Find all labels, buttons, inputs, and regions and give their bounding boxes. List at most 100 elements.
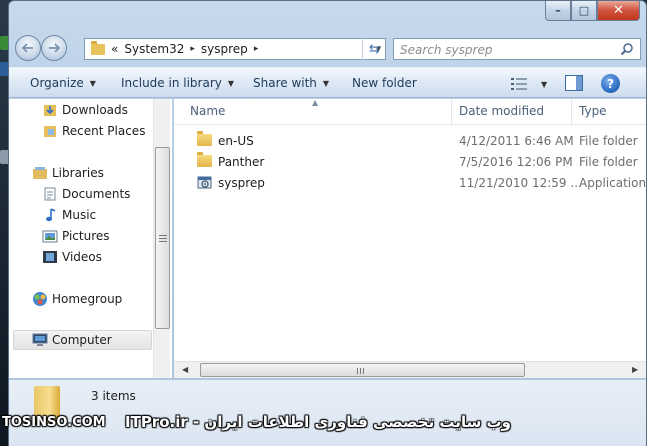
forward-button[interactable] <box>41 35 67 61</box>
help-button[interactable]: ? <box>601 74 620 93</box>
column-divider[interactable] <box>571 99 572 125</box>
help-icon: ? <box>607 76 614 91</box>
chevron-down-icon: ▼ <box>541 79 548 89</box>
organize-label: Organize <box>30 76 84 90</box>
file-type: File folder <box>579 134 638 148</box>
folder-icon <box>91 40 105 55</box>
folder-icon <box>197 152 212 167</box>
sidebar-item-videos[interactable]: Videos <box>42 247 102 267</box>
breadcrumb-system32[interactable]: System32 <box>124 42 184 56</box>
sidebar-item-computer[interactable]: Computer <box>13 330 152 350</box>
back-button[interactable] <box>15 35 41 61</box>
horizontal-scrollbar[interactable]: ◀ ▶ <box>174 361 646 378</box>
sidebar-item-documents[interactable]: Documents <box>42 184 130 204</box>
libraries-icon <box>32 165 48 181</box>
file-row-sysprep[interactable]: sysprep 11/21/2010 12:59 ... Application <box>174 173 646 193</box>
new-folder-button[interactable]: New folder <box>352 76 417 90</box>
application-icon <box>197 176 212 189</box>
refresh-button[interactable]: ⇆ <box>362 38 386 60</box>
watermark-tagline: وب سایت تخصصی فناوری اطلاعات ایران - ITP… <box>125 413 511 431</box>
sidebar-item-recent-places[interactable]: Recent Places <box>42 121 145 141</box>
back-arrow-icon <box>22 43 33 53</box>
sidebar-item-libraries[interactable]: Libraries <box>32 163 104 183</box>
magnifier-icon[interactable] <box>620 42 634 56</box>
sidebar-item-label: Downloads <box>62 103 128 117</box>
breadcrumb-overflow[interactable]: « <box>111 42 118 56</box>
sidebar-item-downloads[interactable]: Downloads <box>42 100 128 120</box>
sidebar-item-label: Recent Places <box>62 124 146 138</box>
scrollbar-thumb[interactable] <box>200 363 525 377</box>
file-row-panther[interactable]: Panther 7/5/2016 12:06 PM File folder <box>174 152 646 172</box>
watermark: TOSINSO.COM وب سایت تخصصی فناوری اطلاعات… <box>0 412 647 436</box>
organize-button[interactable]: Organize ▼ <box>30 76 96 90</box>
music-library-icon <box>42 207 58 223</box>
sidebar-item-label: Homegroup <box>52 292 123 306</box>
folder-icon <box>197 131 212 146</box>
sidebar-item-label: Music <box>62 208 97 222</box>
scrollbar-thumb[interactable] <box>155 147 170 329</box>
view-details-icon <box>511 78 527 90</box>
file-name: en-US <box>218 134 254 148</box>
sidebar-item-pictures[interactable]: Pictures <box>42 226 110 246</box>
grip-line <box>360 368 361 374</box>
pictures-library-icon <box>42 228 58 244</box>
navigation-pane-scrollbar[interactable] <box>153 99 170 378</box>
breadcrumb-separator[interactable]: ▸ <box>190 44 195 54</box>
column-type[interactable]: Type <box>579 104 607 118</box>
downloads-folder-icon <box>42 102 58 118</box>
share-with-button[interactable]: Share with ▼ <box>253 76 329 90</box>
chevron-down-icon: ▼ <box>322 78 330 88</box>
column-date-modified[interactable]: Date modified <box>459 104 544 118</box>
minimize-button[interactable]: – <box>545 1 571 21</box>
sidebar-item-label: Pictures <box>62 229 110 243</box>
chevron-down-icon: ▼ <box>227 78 235 88</box>
sidebar-item-music[interactable]: Music <box>42 205 96 225</box>
file-name: Panther <box>218 155 265 169</box>
file-row-en-us[interactable]: en-US 4/12/2011 6:46 AM File folder <box>174 131 646 151</box>
include-in-library-label: Include in library <box>121 76 222 90</box>
refresh-icon: ⇆ <box>369 41 380 57</box>
item-count: 3 items <box>91 389 136 403</box>
sidebar-item-homegroup[interactable]: Homegroup <box>32 289 122 309</box>
homegroup-icon <box>32 291 48 307</box>
grip-line <box>159 241 167 242</box>
include-in-library-button[interactable]: Include in library ▼ <box>121 76 234 90</box>
grip-line <box>363 368 364 374</box>
search-box[interactable] <box>393 38 641 60</box>
videos-library-icon <box>42 249 58 265</box>
file-list-pane: ▲ Name Date modified Type en-US 4/12/201… <box>174 99 646 378</box>
maximize-button[interactable]: □ <box>571 1 597 21</box>
minimize-icon: – <box>555 4 561 17</box>
watermark-site: TOSINSO.COM <box>2 415 106 430</box>
sidebar-item-label: Documents <box>62 187 131 201</box>
grip-line <box>159 235 167 236</box>
navigation-pane: Downloads Recent Places Libraries Docume… <box>9 99 172 378</box>
scroll-right-icon[interactable]: ▶ <box>632 365 638 374</box>
documents-library-icon <box>42 186 58 202</box>
breadcrumb-sysprep[interactable]: sysprep <box>201 42 248 56</box>
chevron-down-icon: ▼ <box>89 78 96 88</box>
sidebar-item-label: Videos <box>62 250 102 264</box>
address-bar[interactable]: « System32 ▸ sysprep ▸ ▾ <box>84 38 386 60</box>
grip-line <box>159 238 167 239</box>
file-name: sysprep <box>218 176 265 190</box>
close-button[interactable]: ✕ <box>597 1 640 21</box>
column-divider[interactable] <box>451 99 452 125</box>
sidebar-item-label: Computer <box>52 333 112 347</box>
share-with-label: Share with <box>253 76 317 90</box>
new-folder-label: New folder <box>352 76 417 90</box>
maximize-icon: □ <box>578 4 590 17</box>
file-date: 4/12/2011 6:46 AM <box>459 134 574 148</box>
file-type: Application <box>579 176 646 190</box>
navigation-bar: « System32 ▸ sysprep ▸ ▾ ⇆ <box>9 31 646 63</box>
computer-icon <box>32 332 48 348</box>
preview-pane-button[interactable] <box>565 75 583 91</box>
breadcrumb-separator[interactable]: ▸ <box>254 44 259 54</box>
recent-places-icon <box>42 123 58 139</box>
column-name[interactable]: Name <box>190 104 225 118</box>
search-input[interactable] <box>400 42 610 58</box>
file-date: 7/5/2016 12:06 PM <box>459 155 573 169</box>
sidebar-item-label: Libraries <box>52 166 104 180</box>
scroll-left-icon[interactable]: ◀ <box>182 365 188 374</box>
change-view-button[interactable]: ▼ <box>511 75 551 93</box>
